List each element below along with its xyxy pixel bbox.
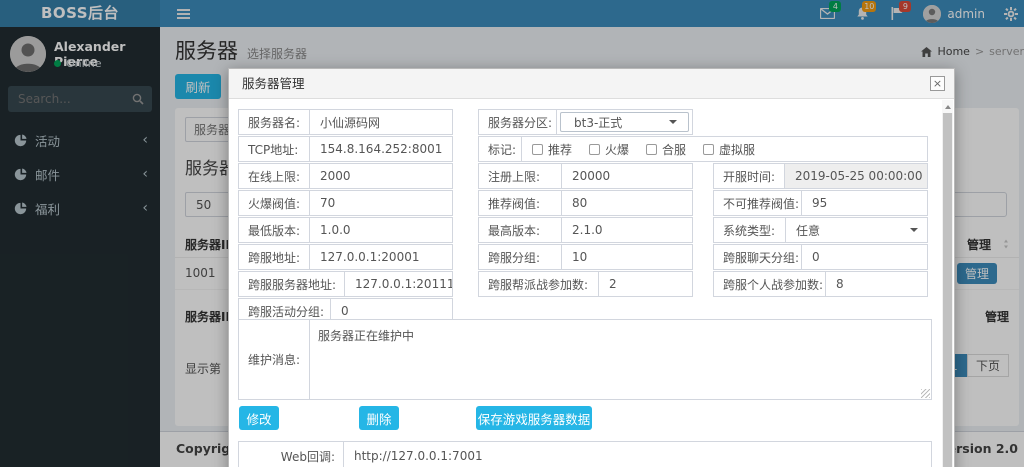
server-partition-select[interactable]: bt3-正式 <box>560 112 689 132</box>
web-callback-input[interactable]: http://127.0.0.1:7001 <box>344 442 931 467</box>
checkbox-label: 虚拟服 <box>719 142 756 157</box>
field-label: 系统类型: <box>714 218 786 242</box>
dialog-scrollbar <box>942 100 953 467</box>
chevron-down-icon <box>910 228 918 232</box>
field-server-partition: 服务器分区: bt3-正式 <box>478 109 693 135</box>
online-limit-input[interactable]: 2000 <box>310 164 452 188</box>
field-register-limit: 注册上限: 20000 <box>478 163 693 189</box>
checkbox-recommended[interactable]: 推荐 <box>532 141 572 158</box>
field-label: 不可推荐阀值: <box>714 191 802 215</box>
field-maintenance-message: 维护消息: 服务器正在维护中 <box>238 319 932 400</box>
field-label: 维护消息: <box>239 320 310 399</box>
field-tags: 标记: 推荐 火爆 合服 虚拟服 <box>478 136 928 162</box>
field-cross-chat-group: 跨服聊天分组: 0 <box>713 244 928 270</box>
tags-checkbox-group: 推荐 火爆 合服 虚拟服 <box>522 137 927 161</box>
field-hot-threshold: 火爆阀值: 70 <box>238 190 453 216</box>
register-limit-input[interactable]: 20000 <box>562 164 692 188</box>
checkbox-hot[interactable]: 火爆 <box>589 141 629 158</box>
server-name-input[interactable]: 小仙源码网 <box>310 110 452 134</box>
field-label: Web回调: <box>239 442 344 467</box>
server-management-dialog: 服务器管理 × 服务器名: 小仙源码网 TCP地址: 154.8.164.252… <box>228 68 955 467</box>
server-partition-value: bt3-正式 <box>574 115 623 130</box>
open-time-value: 2019-05-25 00:00:00 <box>795 169 923 183</box>
field-web-callback: Web回调: http://127.0.0.1:7001 <box>238 441 932 467</box>
field-label: 最高版本: <box>479 218 562 242</box>
checkbox-virtual[interactable]: 虚拟服 <box>703 141 755 158</box>
field-label: 在线上限: <box>239 164 310 188</box>
save-server-data-button[interactable]: 保存游戏服务器数据 <box>476 406 592 430</box>
field-system-type: 系统类型: 任意 <box>713 217 928 243</box>
field-label: 服务器分区: <box>479 110 557 134</box>
field-cross-server-group: 跨服分组: 10 <box>478 244 693 270</box>
field-cross-server-host: 跨服服务器地址: 127.0.0.1:20111 <box>238 271 453 297</box>
modify-button[interactable]: 修改 <box>239 406 279 430</box>
checkbox-icon <box>646 143 658 155</box>
scrollbar-thumb[interactable] <box>943 113 952 467</box>
field-label: 开服时间: <box>714 164 785 188</box>
field-tcp-address: TCP地址: 154.8.164.252:8001 <box>238 136 453 162</box>
field-label: 服务器名: <box>239 110 310 134</box>
checkbox-label: 推荐 <box>548 142 573 157</box>
cross-chat-group-input[interactable]: 0 <box>802 245 927 269</box>
field-online-limit: 在线上限: 2000 <box>238 163 453 189</box>
no-recommend-threshold-input[interactable]: 95 <box>802 191 927 215</box>
field-label: 跨服帮派战参加数: <box>479 272 599 296</box>
field-label: 注册上限: <box>479 164 562 188</box>
checkbox-icon <box>532 143 543 155</box>
field-no-recommend-threshold: 不可推荐阀值: 95 <box>713 190 928 216</box>
checkbox-label: 火爆 <box>605 142 630 157</box>
field-label: 跨服聊天分组: <box>714 245 802 269</box>
field-min-version: 最低版本: 1.0.0 <box>238 217 453 243</box>
personal-war-count-input[interactable]: 8 <box>826 272 927 296</box>
field-max-version: 最高版本: 2.1.0 <box>478 217 693 243</box>
field-label: 跨服个人战参加数: <box>714 272 826 296</box>
maintenance-message-textarea[interactable]: 服务器正在维护中 <box>310 320 931 399</box>
field-personal-war-count: 跨服个人战参加数: 8 <box>713 271 928 297</box>
maintenance-message-text: 服务器正在维护中 <box>318 329 415 343</box>
field-cross-server-address: 跨服地址: 127.0.0.1:20001 <box>238 244 453 270</box>
tcp-address-input[interactable]: 154.8.164.252:8001 <box>310 137 452 161</box>
cross-server-group-input[interactable]: 10 <box>562 245 692 269</box>
hot-threshold-input[interactable]: 70 <box>310 191 452 215</box>
field-server-name: 服务器名: 小仙源码网 <box>238 109 453 135</box>
system-type-select[interactable]: 任意 <box>786 218 927 242</box>
scroll-up-arrow-icon[interactable] <box>942 100 953 113</box>
max-version-input[interactable]: 2.1.0 <box>562 218 692 242</box>
field-label: TCP地址: <box>239 137 310 161</box>
dialog-title: 服务器管理 <box>229 69 954 99</box>
field-recommend-threshold: 推荐阀值: 80 <box>478 190 693 216</box>
guild-war-count-input[interactable]: 2 <box>599 272 692 296</box>
field-open-time: 开服时间: 2019-05-25 00:00:00 <box>713 163 928 189</box>
checkbox-icon <box>589 143 601 155</box>
recommend-threshold-input[interactable]: 80 <box>562 191 692 215</box>
field-label: 跨服地址: <box>239 245 310 269</box>
app-root: BOSS后台 4 10 9 admin Alexander Pierce Onl… <box>0 0 1024 467</box>
checkbox-label: 合服 <box>662 142 687 157</box>
field-label: 火爆阀值: <box>239 191 310 215</box>
field-guild-war-count: 跨服帮派战参加数: 2 <box>478 271 693 297</box>
cross-server-host-input[interactable]: 127.0.0.1:20111 <box>345 272 452 296</box>
checkbox-icon <box>703 143 715 155</box>
min-version-input[interactable]: 1.0.0 <box>310 218 452 242</box>
field-label: 跨服分组: <box>479 245 562 269</box>
checkbox-merged[interactable]: 合服 <box>646 141 686 158</box>
system-type-value: 任意 <box>796 223 821 238</box>
field-label: 标记: <box>479 137 522 161</box>
resize-grip[interactable] <box>921 389 930 398</box>
open-time-input[interactable]: 2019-05-25 00:00:00 <box>785 164 927 188</box>
field-label: 最低版本: <box>239 218 310 242</box>
chevron-down-icon <box>669 120 677 124</box>
delete-button[interactable]: 删除 <box>359 406 399 430</box>
close-icon[interactable]: × <box>930 76 945 91</box>
cross-server-address-input[interactable]: 127.0.0.1:20001 <box>310 245 452 269</box>
field-label: 推荐阀值: <box>479 191 562 215</box>
field-label: 跨服服务器地址: <box>239 272 345 296</box>
